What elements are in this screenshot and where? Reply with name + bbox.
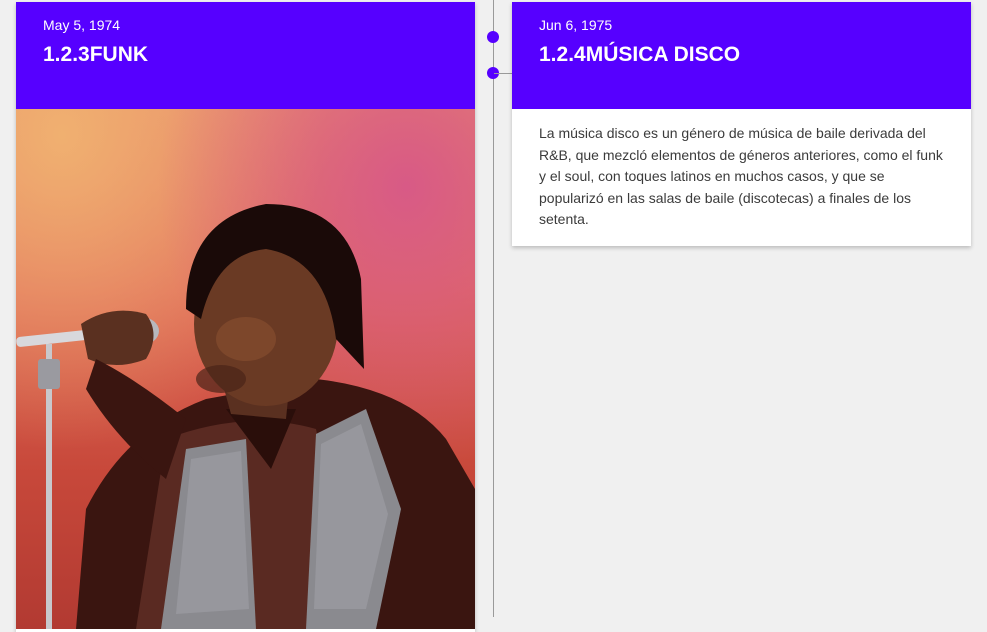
- card-header: Jun 6, 1975 1.2.4MÚSICA DISCO: [512, 2, 971, 109]
- card-header: May 5, 1974 1.2.3FUNK: [16, 2, 475, 109]
- timeline-line: [493, 0, 494, 617]
- card-title[interactable]: 1.2.4MÚSICA DISCO: [539, 43, 944, 67]
- card-description: La música disco es un género de música d…: [539, 125, 943, 228]
- timeline-card-funk: May 5, 1974 1.2.3FUNK: [16, 2, 475, 632]
- card-date: May 5, 1974: [43, 17, 121, 33]
- singer-photo: [16, 109, 475, 629]
- card-date: Jun 6, 1975: [539, 17, 613, 33]
- timeline-card-disco: Jun 6, 1975 1.2.4MÚSICA DISCO La música …: [512, 2, 971, 246]
- timeline-dot-disco: [487, 31, 499, 43]
- timeline-connector: [494, 73, 512, 74]
- card-title[interactable]: 1.2.3FUNK: [43, 43, 448, 67]
